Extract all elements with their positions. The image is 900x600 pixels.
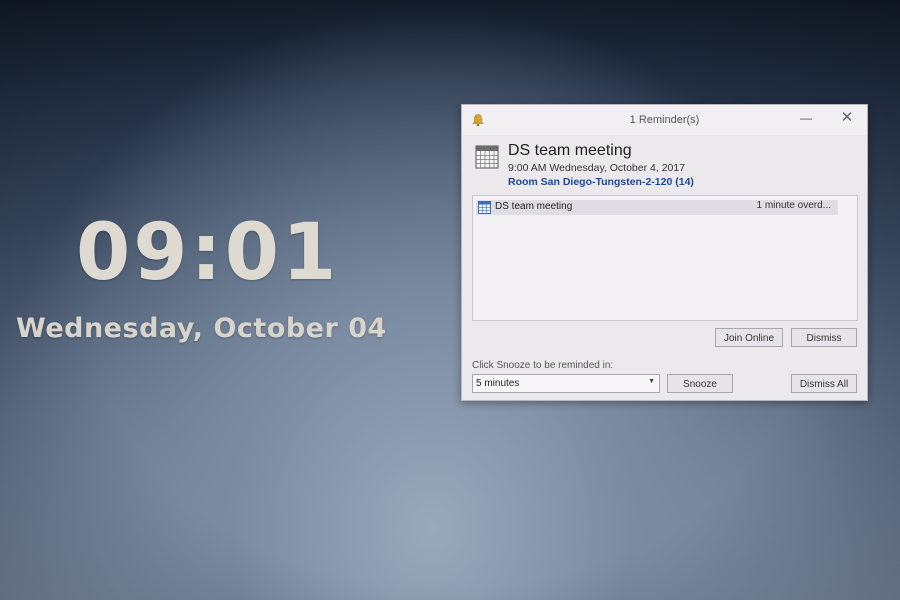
snooze-dropdown[interactable]: 5 minutes ▼: [472, 374, 660, 393]
snooze-label: Click Snooze to be reminded in:: [472, 360, 614, 371]
reminder-location[interactable]: Room San Diego-Tungsten-2-120 (14): [508, 176, 694, 188]
reminder-subject: DS team meeting: [508, 142, 632, 159]
reminder-titlebar[interactable]: 1 Reminder(s) — ✕: [462, 105, 867, 135]
lock-screen-date: Wednesday, October 04: [16, 313, 387, 344]
reminder-list[interactable]: DS team meeting 1 minute overd...: [472, 195, 858, 321]
dismiss-button[interactable]: Dismiss: [791, 328, 857, 347]
close-button[interactable]: ✕: [837, 109, 857, 129]
calendar-small-icon: [478, 201, 491, 214]
minimize-button[interactable]: —: [797, 109, 815, 129]
dropdown-arrow-icon[interactable]: ▼: [648, 378, 655, 385]
lock-screen-time: 09:01: [76, 208, 340, 298]
snooze-button[interactable]: Snooze: [667, 374, 733, 393]
reminder-window: 1 Reminder(s) — ✕ DS team meeting 9:00 A…: [461, 104, 868, 401]
calendar-icon: [475, 145, 499, 169]
list-item-subject: DS team meeting: [495, 201, 573, 212]
join-online-button[interactable]: Join Online: [715, 328, 783, 347]
list-item-due: 1 minute overd...: [756, 200, 831, 211]
reminder-time: 9:00 AM Wednesday, October 4, 2017: [508, 162, 686, 174]
list-item[interactable]: DS team meeting 1 minute overd...: [476, 200, 838, 215]
dismiss-all-button[interactable]: Dismiss All: [791, 374, 857, 393]
snooze-value: 5 minutes: [476, 378, 520, 389]
